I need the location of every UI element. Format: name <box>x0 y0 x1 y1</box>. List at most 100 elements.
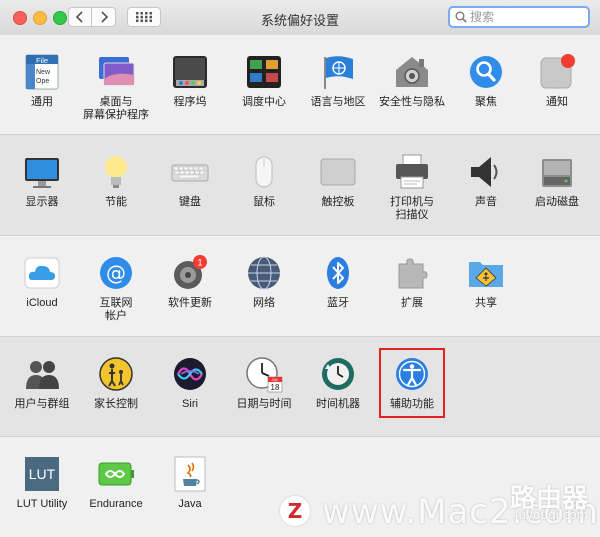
displays-icon <box>23 153 61 191</box>
pane-sound[interactable]: 声音 <box>449 145 523 235</box>
icloud-icon <box>23 254 61 292</box>
toolbar: 系统偏好设置 <box>0 0 600 36</box>
system-preferences-window: 系统偏好设置 File New Ope 通用 <box>0 0 600 537</box>
pane-notifications[interactable]: 通知 <box>520 45 594 135</box>
pane-label: Java <box>178 498 202 510</box>
pane-mission-control[interactable]: 调度中心 <box>227 45 301 135</box>
watermark-router-sub: luyouqi.com <box>515 508 589 522</box>
pane-java[interactable]: Java <box>153 447 227 537</box>
pane-bluetooth[interactable]: 蓝牙 <box>301 246 375 336</box>
pane-extensions[interactable]: 扩展 <box>375 246 449 336</box>
pane-label: 调度中心 <box>242 96 286 108</box>
date-time-icon: JUL 18 <box>245 355 283 393</box>
dock-icon <box>171 53 209 91</box>
desktop-screensaver-icon <box>97 53 135 91</box>
pane-label: 日期与时间 <box>236 398 292 410</box>
svg-text:@: @ <box>106 261 126 285</box>
pane-label: 扩展 <box>401 297 423 309</box>
general-open-text: Ope <box>36 78 49 85</box>
pane-startup-disk[interactable]: 启动磁盘 <box>520 145 594 235</box>
search-field[interactable] <box>448 6 590 28</box>
update-badge-count: 1 <box>197 258 202 268</box>
keyboard-icon <box>171 153 209 191</box>
pane-dock[interactable]: 程序坞 <box>153 45 227 135</box>
parental-controls-icon <box>97 355 135 393</box>
pane-language-region[interactable]: 语言与地区 <box>301 45 375 135</box>
pane-printers-scanners[interactable]: 打印机与 扫描仪 <box>375 145 449 235</box>
pane-label: 通知 <box>546 96 568 108</box>
search-input[interactable] <box>467 10 580 24</box>
siri-icon <box>171 355 209 393</box>
lut-utility-icon: LUT <box>23 455 61 493</box>
pane-network[interactable]: 网络 <box>227 246 301 336</box>
pane-label: 键盘 <box>179 196 201 208</box>
mouse-icon <box>245 153 283 191</box>
pane-endurance[interactable]: Endurance <box>79 447 153 537</box>
lut-icon-text: LUT <box>29 466 56 482</box>
sound-icon <box>467 153 505 191</box>
pane-spotlight[interactable]: 聚焦 <box>449 45 523 135</box>
trackpad-icon <box>319 153 357 191</box>
pane-label: 桌面与 屏幕保护程序 <box>83 96 149 121</box>
pane-general[interactable]: File New Ope 通用 <box>5 45 79 135</box>
pane-mouse[interactable]: 鼠标 <box>227 145 301 235</box>
calendar-month-text: JUL <box>271 377 279 382</box>
java-icon <box>171 455 209 493</box>
pane-lut-utility[interactable]: LUT LUT Utility <box>5 447 79 537</box>
internet-accounts-icon: @ <box>97 254 135 292</box>
sharing-icon <box>467 254 505 292</box>
general-icon: File New Ope <box>23 53 61 91</box>
language-region-icon <box>319 53 357 91</box>
pane-label: iCloud <box>26 297 58 309</box>
pane-energy-saver[interactable]: 节能 <box>79 145 153 235</box>
time-machine-icon <box>319 355 357 393</box>
general-file-text: File <box>36 56 48 65</box>
pane-label: 安全性与隐私 <box>379 96 445 108</box>
section-internet-wireless: iCloud @ 互联网 帐户 1 软件更新 网络 蓝牙 扩展 共享 <box>0 236 600 337</box>
watermark-logo-letter: Z <box>287 499 303 523</box>
pane-label: 触控板 <box>321 196 355 208</box>
pane-keyboard[interactable]: 键盘 <box>153 145 227 235</box>
pane-software-update[interactable]: 1 软件更新 <box>153 246 227 336</box>
security-privacy-icon <box>393 53 431 91</box>
pane-time-machine[interactable]: 时间机器 <box>301 347 375 437</box>
section-system: 用户与群组 家长控制 Siri JUL 18 日期与时间 时间机器 辅助功能 <box>0 337 600 437</box>
general-new-text: New <box>36 69 51 76</box>
pane-label: 互联网 帐户 <box>99 297 133 322</box>
pane-trackpad[interactable]: 触控板 <box>301 145 375 235</box>
pane-date-time[interactable]: JUL 18 日期与时间 <box>227 347 301 437</box>
pane-users-groups[interactable]: 用户与群组 <box>5 347 79 437</box>
pane-label: 时间机器 <box>316 398 360 410</box>
pane-security-privacy[interactable]: 安全性与隐私 <box>375 45 449 135</box>
pane-label: 启动磁盘 <box>535 196 579 208</box>
pane-label: LUT Utility <box>16 498 68 510</box>
pane-label: 打印机与 扫描仪 <box>390 196 434 221</box>
pane-label: 软件更新 <box>168 297 212 309</box>
spotlight-icon <box>467 53 505 91</box>
notifications-icon <box>538 53 576 91</box>
users-groups-icon <box>23 355 61 393</box>
pane-label: 蓝牙 <box>327 297 349 309</box>
pane-label: 程序坞 <box>173 96 207 108</box>
pane-label: 声音 <box>475 196 497 208</box>
watermark-logo: Z <box>280 496 310 526</box>
pane-desktop-screensaver[interactable]: 桌面与 屏幕保护程序 <box>79 45 153 135</box>
pane-siri[interactable]: Siri <box>153 347 227 437</box>
pane-displays[interactable]: 显示器 <box>5 145 79 235</box>
pane-sharing[interactable]: 共享 <box>449 246 523 336</box>
startup-disk-icon <box>538 153 576 191</box>
pane-label: 显示器 <box>25 196 59 208</box>
pane-icloud[interactable]: iCloud <box>5 246 79 336</box>
network-icon <box>245 254 283 292</box>
pane-label: 网络 <box>253 297 275 309</box>
pane-label: 语言与地区 <box>310 96 366 108</box>
search-icon <box>455 11 467 23</box>
calendar-day-text: 18 <box>271 383 280 392</box>
extensions-icon <box>393 254 431 292</box>
energy-saver-icon <box>97 153 135 191</box>
pane-parental-controls[interactable]: 家长控制 <box>79 347 153 437</box>
pane-label: Endurance <box>89 498 143 510</box>
pane-internet-accounts[interactable]: @ 互联网 帐户 <box>79 246 153 336</box>
pane-label: 节能 <box>105 196 127 208</box>
software-update-icon: 1 <box>171 254 209 292</box>
